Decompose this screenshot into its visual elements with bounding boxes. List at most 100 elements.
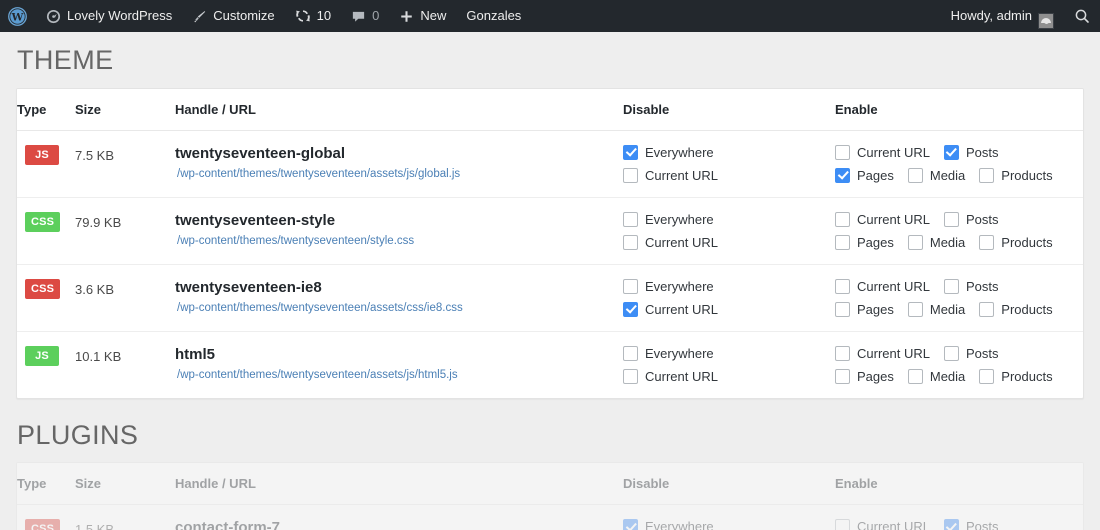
checkbox-enable-current-url[interactable]: Current URL bbox=[835, 345, 930, 361]
checkbox-box[interactable] bbox=[907, 234, 923, 250]
checkbox-label: Current URL bbox=[857, 278, 930, 294]
checkbox-enable-posts[interactable]: Posts bbox=[943, 211, 998, 227]
checkbox-disable-everywhere[interactable]: Everywhere bbox=[623, 211, 714, 227]
checkbox-box[interactable] bbox=[835, 368, 850, 384]
checkbox-enable-current-url[interactable]: Current URL bbox=[835, 519, 930, 530]
admin-bar-wordpress-logo[interactable]: W bbox=[0, 0, 36, 32]
checkbox-box[interactable] bbox=[835, 234, 850, 250]
checkbox-label: Posts bbox=[965, 345, 999, 361]
admin-bar-site-name[interactable]: Lovely WordPress bbox=[36, 0, 182, 32]
admin-bar-new-content[interactable]: New bbox=[389, 0, 456, 32]
checkbox-enable-pages[interactable]: Pages bbox=[835, 301, 894, 317]
asset-handle: html5 bbox=[175, 345, 216, 363]
admin-bar-gonzales[interactable]: Gonzales bbox=[456, 0, 531, 32]
checkbox-enable-products[interactable]: Products bbox=[979, 301, 1053, 317]
checkbox-box[interactable] bbox=[979, 167, 995, 183]
checkbox-box[interactable] bbox=[623, 234, 638, 250]
checkbox-enable-current-url[interactable]: Current URL bbox=[835, 278, 930, 294]
checkbox-box[interactable] bbox=[623, 519, 638, 530]
checkbox-box[interactable] bbox=[835, 211, 850, 227]
asset-handle: twentyseventeen-ie8 bbox=[175, 278, 322, 296]
checkbox-disable-everywhere[interactable]: Everywhere bbox=[623, 144, 714, 160]
checkbox-enable-pages[interactable]: Pages bbox=[835, 234, 894, 250]
checkbox-box[interactable] bbox=[979, 301, 995, 317]
checkbox-box[interactable] bbox=[623, 278, 638, 294]
checkbox-disable-current-url[interactable]: Current URL bbox=[623, 368, 718, 384]
checkbox-box[interactable] bbox=[623, 368, 638, 384]
checkbox-enable-posts[interactable]: Posts bbox=[943, 278, 998, 294]
search-icon bbox=[1074, 8, 1090, 24]
cell-type: JS bbox=[17, 331, 75, 398]
table-row: CSS 3.6 KB twentyseventeen-ie8/wp-content/… bbox=[17, 264, 1083, 332]
checkbox-box[interactable] bbox=[943, 345, 959, 361]
checkbox-box[interactable] bbox=[907, 368, 923, 384]
asset-url-link[interactable]: /wp-content/themes/twentyseventeen/style… bbox=[175, 235, 623, 247]
checkbox-label: Posts bbox=[965, 519, 999, 530]
checkbox-box[interactable] bbox=[907, 301, 923, 317]
table-row: JS 10.1 KB html5/wp-content/themes/twentys… bbox=[17, 331, 1083, 398]
column-header-size: Size bbox=[75, 88, 175, 131]
checkbox-box[interactable] bbox=[835, 144, 850, 160]
checkbox-disable-current-url[interactable]: Current URL bbox=[623, 167, 718, 183]
admin-bar-gonzales-label: Gonzales bbox=[466, 8, 522, 23]
checkbox-box[interactable] bbox=[835, 167, 850, 183]
checkbox-box[interactable] bbox=[979, 234, 995, 250]
size-value: 79.9 KB bbox=[75, 214, 122, 230]
cell-type: CSS bbox=[17, 197, 75, 264]
checkbox-enable-products[interactable]: Products bbox=[979, 167, 1053, 183]
dashboard-gauge-icon bbox=[46, 9, 61, 24]
checkbox-disable-current-url[interactable]: Current URL bbox=[623, 301, 718, 317]
admin-bar-my-account[interactable]: Howdy, admin bbox=[941, 0, 1064, 32]
table-row: JS 7.5 KB twentyseventeen-global/wp-conten… bbox=[17, 130, 1083, 198]
checkbox-disable-everywhere[interactable]: Everywhere bbox=[623, 278, 714, 294]
checkbox-enable-posts[interactable]: Posts bbox=[943, 345, 999, 361]
update-arrows-icon bbox=[295, 8, 311, 24]
checkbox-enable-posts[interactable]: Posts bbox=[943, 519, 999, 530]
checkbox-enable-media[interactable]: Media bbox=[907, 234, 965, 250]
cell-handle: html5/wp-content/themes/twentyseventeen/… bbox=[175, 331, 623, 398]
admin-bar-search-button[interactable] bbox=[1064, 0, 1100, 32]
cell-disable: Everywhere Current URL bbox=[623, 197, 835, 264]
checkbox-enable-media[interactable]: Media bbox=[907, 167, 965, 183]
checkbox-box[interactable] bbox=[623, 167, 638, 183]
checkbox-box[interactable] bbox=[943, 519, 959, 530]
checkbox-box[interactable] bbox=[835, 278, 850, 294]
checkbox-label: Everywhere bbox=[645, 519, 714, 530]
checkbox-box[interactable] bbox=[943, 144, 959, 160]
admin-bar-comments[interactable]: 0 bbox=[341, 0, 389, 32]
checkbox-box[interactable] bbox=[623, 301, 638, 317]
checkbox-box[interactable] bbox=[623, 211, 638, 227]
admin-bar-customize[interactable]: Customize bbox=[182, 0, 284, 32]
asset-table-panel-theme: Type Size Handle / URL Disable Enable JS 7.5 K… bbox=[16, 87, 1084, 399]
admin-bar-updates-count: 10 bbox=[316, 8, 332, 23]
admin-bar-updates[interactable]: 10 bbox=[285, 0, 341, 32]
checkbox-box[interactable] bbox=[835, 301, 850, 317]
checkbox-box[interactable] bbox=[623, 144, 638, 160]
checkbox-enable-pages[interactable]: Pages bbox=[835, 368, 894, 384]
checkbox-enable-pages[interactable]: Pages bbox=[835, 167, 894, 183]
checkbox-box[interactable] bbox=[943, 211, 959, 227]
checkbox-box[interactable] bbox=[907, 167, 923, 183]
checkbox-box[interactable] bbox=[943, 278, 959, 294]
cell-disable: EverywhereCurrent URL bbox=[623, 505, 835, 530]
checkbox-disable-everywhere[interactable]: Everywhere bbox=[623, 345, 714, 361]
checkbox-enable-media[interactable]: Media bbox=[907, 368, 965, 384]
cell-size: 7.5 KB bbox=[75, 130, 175, 197]
asset-url-link[interactable]: /wp-content/themes/twentyseventeen/asset… bbox=[175, 168, 623, 180]
checkbox-enable-products[interactable]: Products bbox=[979, 368, 1053, 384]
checkbox-enable-media[interactable]: Media bbox=[907, 301, 965, 317]
checkbox-box[interactable] bbox=[623, 345, 638, 361]
checkbox-disable-everywhere[interactable]: Everywhere bbox=[623, 519, 714, 530]
checkbox-disable-current-url[interactable]: Current URL bbox=[623, 234, 718, 250]
checkbox-box[interactable] bbox=[835, 345, 850, 361]
checkbox-enable-current-url[interactable]: Current URL bbox=[835, 144, 930, 160]
checkbox-enable-current-url[interactable]: Current URL bbox=[835, 211, 930, 227]
size-value: 3.6 KB bbox=[75, 281, 115, 297]
asset-url-link[interactable]: /wp-content/themes/twentyseventeen/asset… bbox=[175, 369, 623, 381]
checkbox-box[interactable] bbox=[835, 519, 850, 530]
checkbox-box[interactable] bbox=[979, 368, 995, 384]
checkbox-label: Products bbox=[1001, 234, 1053, 250]
checkbox-enable-posts[interactable]: Posts bbox=[943, 144, 998, 160]
asset-url-link[interactable]: /wp-content/themes/twentyseventeen/asset… bbox=[175, 302, 623, 314]
checkbox-enable-products[interactable]: Products bbox=[979, 234, 1053, 250]
